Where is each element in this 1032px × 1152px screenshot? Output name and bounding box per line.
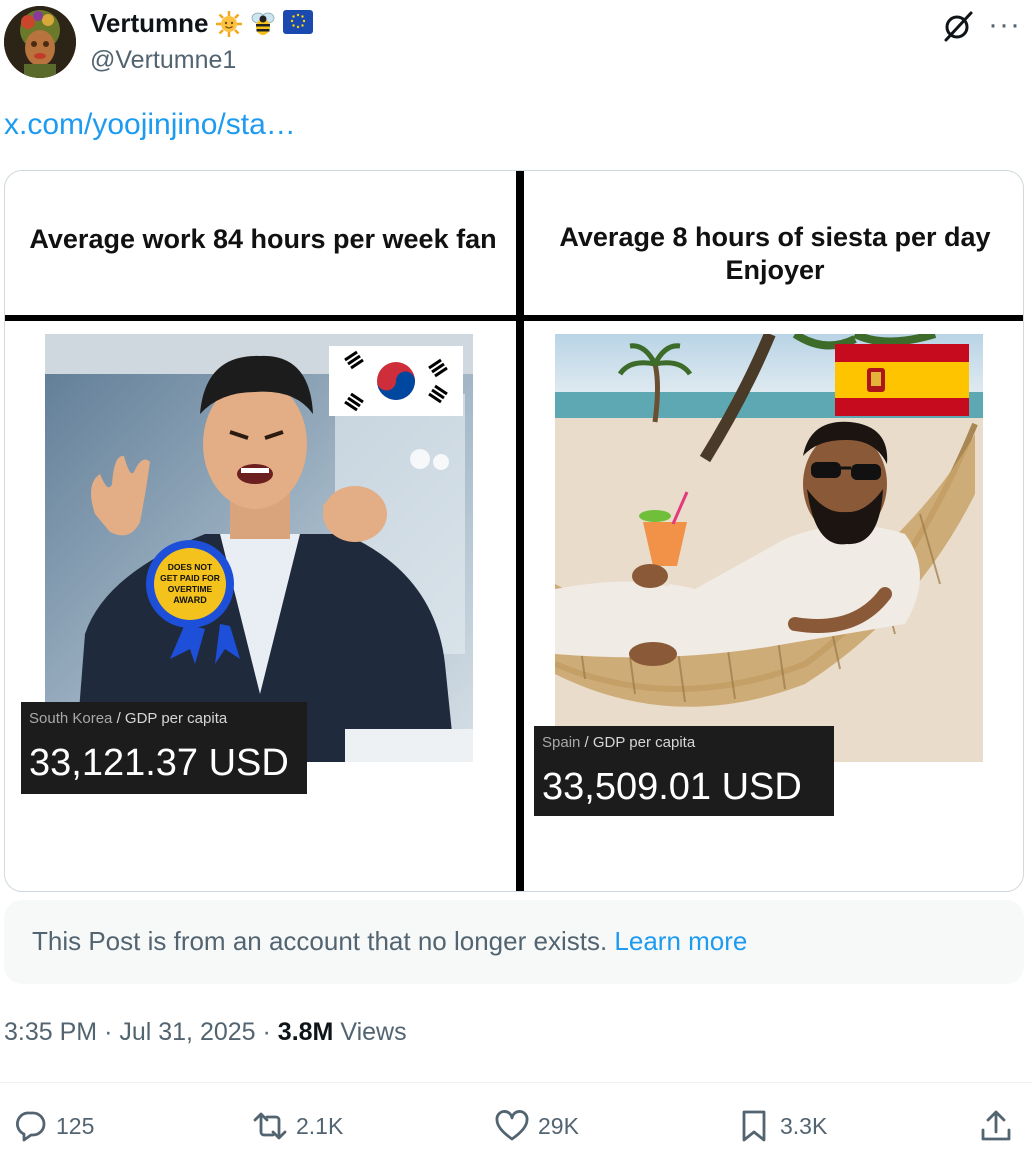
views-label: Views <box>340 1018 407 1046</box>
gdp-country-label: Spain <box>542 734 581 751</box>
repost-button[interactable]: 2.1K <box>252 1106 343 1146</box>
user-handle[interactable]: @Vertumne1 <box>90 46 236 75</box>
south-korea-gdp-box: South Korea / GDP per capita 33,121.37 U… <box>21 702 307 794</box>
post-metadata: 3:35 PM · Jul 31, 2025 · 3.8M Views <box>4 1018 407 1047</box>
sun-emoji-icon <box>215 10 243 38</box>
meme-horizontal-divider <box>5 315 1023 321</box>
south-korea-flag-icon <box>329 346 463 416</box>
gdp-separator: / <box>116 710 121 727</box>
grok-icon[interactable] <box>940 8 976 44</box>
views-count: 3.8M <box>277 1018 334 1046</box>
share-icon <box>981 1110 1011 1141</box>
office-worker-photo: DOES NOT GET PAID FOR OVERTIME AWARD <box>45 334 473 762</box>
reply-count: 125 <box>56 1112 95 1139</box>
reply-button[interactable]: 125 <box>12 1106 94 1146</box>
award-text-line1: DOES NOT <box>168 562 213 572</box>
avatar[interactable] <box>4 6 76 78</box>
gdp-metric-label: GDP per capita <box>592 734 696 751</box>
meta-separator: · <box>104 1018 113 1046</box>
like-button[interactable]: 29K <box>494 1106 579 1146</box>
repost-count: 2.1K <box>296 1112 344 1139</box>
gdp-value: 33,509.01 USD <box>542 766 802 808</box>
heart-icon <box>495 1110 529 1141</box>
award-text-line3: OVERTIME <box>168 584 213 594</box>
bookmark-icon <box>742 1110 766 1142</box>
right-title-line2: Enjoyer <box>725 255 825 285</box>
meme-vertical-divider <box>516 171 524 891</box>
deleted-account-notice: This Post is from an account that no lon… <box>4 900 1024 984</box>
like-count: 29K <box>538 1112 579 1139</box>
bookmark-count: 3.3K <box>780 1112 828 1139</box>
award-text-line2: GET PAID FOR <box>160 573 220 583</box>
post-media-image[interactable]: Average work 84 hours per week fan Avera… <box>4 170 1024 892</box>
spain-gdp-box: Spain / GDP per capita 33,509.01 USD <box>534 726 834 816</box>
share-button[interactable] <box>978 1106 1014 1146</box>
actions-divider <box>0 1082 1032 1083</box>
right-title-line1: Average 8 hours of siesta per day <box>559 222 991 252</box>
repost-icon <box>253 1112 287 1140</box>
spain-flag-icon <box>835 344 969 416</box>
bookmark-button[interactable]: 3.3K <box>736 1106 827 1146</box>
post-date[interactable]: Jul 31, 2025 <box>119 1018 255 1046</box>
gdp-metric-label: GDP per capita <box>124 710 228 727</box>
gdp-separator: / <box>584 734 589 751</box>
left-panel-title: Average work 84 hours per week fan <box>29 224 497 254</box>
notice-text: This Post is from an account that no lon… <box>32 926 608 956</box>
more-options-icon[interactable]: ··· <box>988 10 1024 40</box>
learn-more-link[interactable]: Learn more <box>614 926 747 956</box>
award-text-line4: AWARD <box>173 595 207 605</box>
quoted-post-link[interactable]: x.com/yoojinjino/sta… <box>4 108 296 142</box>
reply-icon <box>15 1111 46 1142</box>
meta-separator: · <box>262 1018 271 1046</box>
right-panel-title: Average 8 hours of siesta per day Enjoye… <box>527 221 1023 287</box>
beach-hammock-photo <box>555 334 983 762</box>
post-time[interactable]: 3:35 PM <box>4 1018 97 1046</box>
gdp-value: 33,121.37 USD <box>29 742 289 784</box>
bee-emoji-icon <box>249 10 277 38</box>
post-header: Vertumne @Vertumne1 ··· <box>0 0 1032 90</box>
eu-flag-icon <box>282 9 313 38</box>
display-name[interactable]: Vertumne <box>90 8 209 39</box>
gdp-country-label: South Korea <box>29 710 113 727</box>
